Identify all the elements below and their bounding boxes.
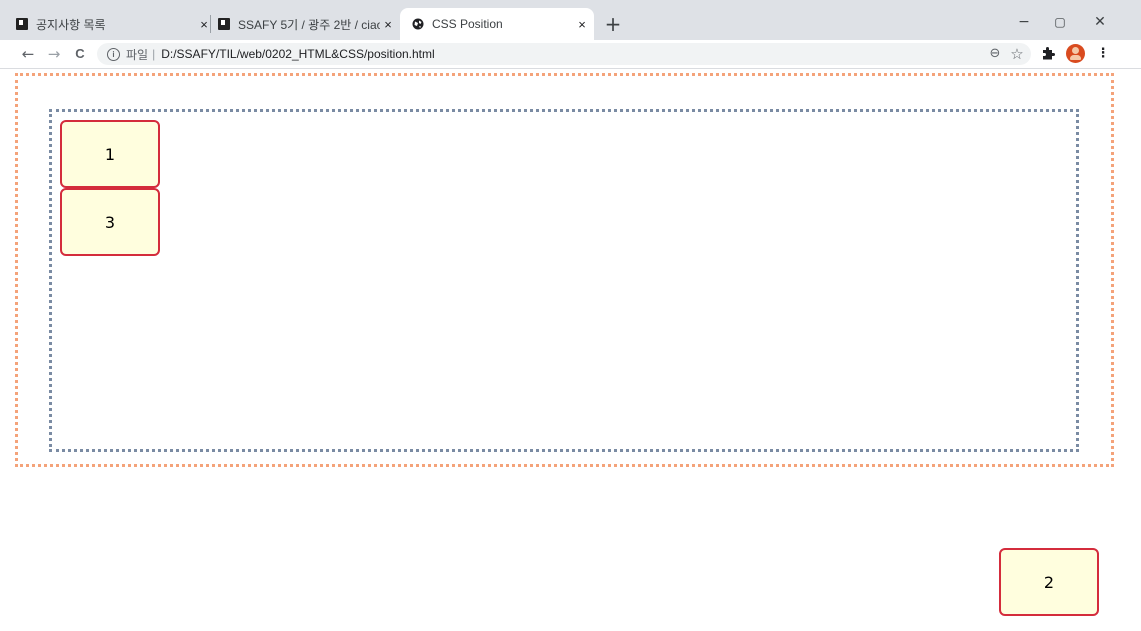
tab-ssafy-repo[interactable]: SSAFY 5기 / 광주 2반 / ciao-han × bbox=[218, 8, 396, 40]
gitlab-favicon-icon bbox=[218, 18, 230, 30]
box-2: 2 bbox=[999, 548, 1099, 616]
tab-strip: 공지사항 목록 × SSAFY 5기 / 광주 2반 / ciao-han × … bbox=[0, 0, 1141, 40]
address-bar[interactable]: i 파일 | D:/SSAFY/TIL/web/0202_HTML&CSS/po… bbox=[97, 43, 1031, 65]
back-button[interactable]: ← bbox=[18, 44, 38, 64]
profile-avatar[interactable] bbox=[1066, 44, 1085, 63]
forward-button[interactable]: → bbox=[44, 44, 64, 64]
inner-container bbox=[49, 109, 1079, 452]
browser-toolbar: ← → C i 파일 | D:/SSAFY/TIL/web/0202_HTML&… bbox=[0, 40, 1141, 69]
tab-title: 공지사항 목록 bbox=[36, 17, 106, 32]
tab-close-icon[interactable]: × bbox=[574, 17, 590, 32]
gitlab-favicon-icon bbox=[16, 18, 28, 30]
zoom-icon[interactable]: ⊖ bbox=[986, 45, 1004, 63]
tab-title: CSS Position bbox=[432, 17, 503, 31]
close-window-button[interactable]: ✕ bbox=[1077, 10, 1123, 34]
box-1: 1 bbox=[60, 120, 160, 188]
url-text[interactable]: D:/SSAFY/TIL/web/0202_HTML&CSS/position.… bbox=[161, 47, 434, 61]
info-icon[interactable]: i bbox=[107, 47, 120, 61]
tab-css-position[interactable]: CSS Position × bbox=[400, 8, 594, 40]
scheme-label: 파일 bbox=[126, 47, 149, 62]
tab-notice-list[interactable]: 공지사항 목록 × bbox=[16, 8, 212, 40]
tab-title: SSAFY 5기 / 광주 2반 / ciao-han bbox=[238, 17, 380, 32]
globe-icon bbox=[412, 18, 424, 30]
box-3: 3 bbox=[60, 188, 160, 256]
menu-icon[interactable]: ⋮ bbox=[1094, 45, 1112, 63]
tab-separator bbox=[210, 15, 211, 33]
bookmark-star-icon[interactable]: ☆ bbox=[1008, 45, 1026, 63]
new-tab-button[interactable]: + bbox=[601, 12, 625, 36]
scheme-separator: | bbox=[152, 47, 156, 61]
extensions-puzzle-icon[interactable] bbox=[1041, 47, 1055, 61]
tab-close-icon[interactable]: × bbox=[380, 17, 396, 32]
reload-button[interactable]: C bbox=[70, 44, 90, 64]
